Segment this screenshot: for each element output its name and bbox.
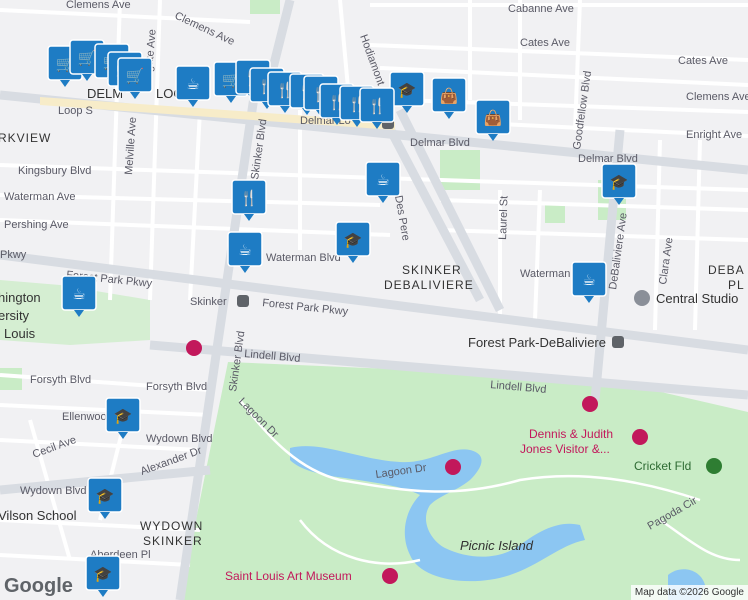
cricket-field-pin[interactable] (706, 458, 722, 474)
area-label-parkview: RKVIEW (0, 131, 51, 145)
street-label-wydown-2: Wydown Blvd (20, 485, 87, 497)
street-label-cates-2: Cates Ave (678, 55, 728, 67)
area-label-skinker: SKINKER (402, 263, 462, 277)
school-icon: 🎓 (96, 487, 115, 505)
map-attribution[interactable]: Map data ©2026 Google (630, 585, 748, 600)
cup-icon: ☕ (238, 241, 251, 259)
school-icon: 🎓 (610, 173, 629, 191)
street-label-pershing: Pershing Ave (4, 219, 69, 231)
street-label-waterman-2: Waterman Blvd (266, 252, 341, 264)
poi-label-central-studio[interactable]: Central Studio (656, 291, 738, 306)
poi-label-visitor-2[interactable]: Jones Visitor &... (520, 442, 610, 456)
food-icon: 🍴 (368, 97, 387, 115)
street-label-delmar-1: Delmar Blvd (410, 137, 470, 149)
street-label-loop-s: Loop S (58, 105, 93, 117)
poi-label-wilson-school[interactable]: Vilson School (0, 508, 77, 523)
street-label-clemens-1: Clemens Ave (66, 0, 131, 11)
museum-pin[interactable] (582, 396, 598, 412)
area-label-wash-u-3: Louis (4, 326, 36, 341)
transit-station-icon[interactable] (237, 295, 249, 307)
street-label-waterman-3: Waterman (520, 268, 570, 280)
cup-icon: ☕ (72, 285, 85, 303)
visitor-center-pin[interactable] (632, 429, 648, 445)
cup-icon: ☕ (186, 75, 199, 93)
food-icon: 🍴 (240, 189, 259, 207)
poi-label-cricket[interactable]: Cricket Fld (634, 459, 691, 473)
attraction-pin[interactable] (445, 459, 461, 475)
area-label-debaliviere: DEBALIVIERE (384, 278, 474, 292)
bag-icon: 👜 (484, 109, 503, 127)
street-label-ellenwood: Ellenwood (62, 411, 113, 423)
area-label-pl: PL (728, 278, 745, 292)
park-patch-4 (0, 368, 22, 390)
cart-icon: 🛒 (126, 67, 145, 85)
street-label-forsyth-2: Forsyth Blvd (146, 381, 207, 393)
area-label-wydown-skinker: SKINKER (143, 534, 203, 548)
street-label-forsyth-1: Forsyth Blvd (30, 374, 91, 386)
park-patch-1 (440, 150, 480, 190)
street-label-cabanne: Cabanne Ave (508, 3, 574, 15)
street-label-enright: Enright Ave (686, 129, 742, 141)
street-label-cates-1: Cates Ave (520, 37, 570, 49)
school-icon: 🎓 (344, 231, 363, 249)
school-icon: 🎓 (94, 565, 113, 583)
street-label-laurel: Laurel St (497, 196, 511, 240)
area-label-wash-u-2: ersity (0, 308, 30, 323)
street-label-pkwy: Pkwy (0, 249, 27, 261)
google-logo: Google (4, 575, 73, 597)
school-icon: 🎓 (114, 407, 133, 425)
cup-icon: ☕ (376, 171, 389, 189)
station-label-skinker: Skinker (190, 296, 227, 308)
park-patch-3 (250, 0, 280, 14)
street-label-delmar-2: Delmar Blvd (578, 153, 638, 165)
poi-label-picnic-island[interactable]: Picnic Island (460, 538, 534, 553)
area-label-wydown: WYDOWN (140, 519, 203, 533)
central-studio-pin[interactable] (634, 290, 650, 306)
university-pin[interactable] (186, 340, 202, 356)
transit-station-icon[interactable] (612, 336, 624, 348)
bag-icon: 👜 (440, 87, 459, 105)
cup-icon: ☕ (582, 271, 595, 289)
area-label-wash-u-1: hington (0, 290, 41, 305)
street-label-waterman-1: Waterman Ave (4, 191, 76, 203)
street-label-kingsbury: Kingsbury Blvd (18, 165, 91, 177)
area-label-deba: DEBA (708, 263, 745, 277)
cart-icon: 🛒 (78, 49, 97, 67)
poi-label-forest-park-debaliviere[interactable]: Forest Park-DeBaliviere (468, 335, 606, 350)
poi-label-art-museum[interactable]: Saint Louis Art Museum (225, 569, 352, 583)
art-museum-pin[interactable] (382, 568, 398, 584)
street-label-wydown-1: Wydown Blvd (146, 433, 213, 445)
school-icon: 🎓 (398, 81, 417, 99)
park-patch-2 (545, 205, 565, 223)
map-canvas[interactable]: RKVIEW SKINKER DEBALIVIERE WYDOWN SKINKE… (0, 0, 748, 600)
street-label-clemens-3: Clemens Ave (686, 91, 748, 103)
poi-label-visitor-1[interactable]: Dennis & Judith (529, 427, 613, 441)
